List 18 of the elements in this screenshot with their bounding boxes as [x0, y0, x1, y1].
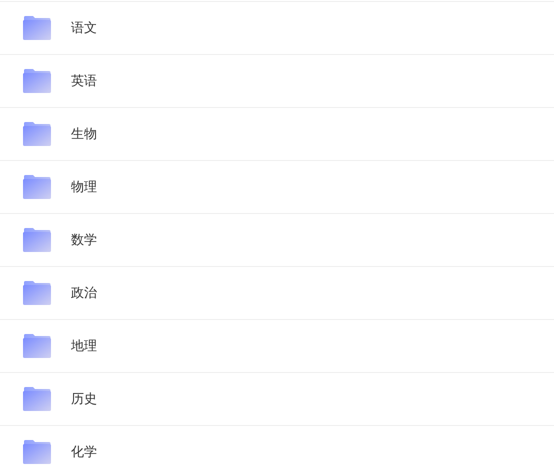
- folder-icon: [23, 440, 51, 464]
- folder-item[interactable]: 数学: [0, 213, 554, 266]
- folder-icon: [23, 387, 51, 411]
- folder-item[interactable]: 语文: [0, 1, 554, 54]
- folder-item[interactable]: 物理: [0, 160, 554, 213]
- folder-icon: [23, 175, 51, 199]
- folder-item[interactable]: 地理: [0, 319, 554, 372]
- folder-icon: [23, 334, 51, 358]
- folder-icon: [23, 16, 51, 40]
- folder-item[interactable]: 英语: [0, 54, 554, 107]
- folder-icon: [23, 122, 51, 146]
- folder-item[interactable]: 历史: [0, 372, 554, 425]
- folder-icon: [23, 281, 51, 305]
- folder-icon: [23, 69, 51, 93]
- folder-icon: [23, 228, 51, 252]
- folder-item[interactable]: 生物: [0, 107, 554, 160]
- folder-item[interactable]: 政治: [0, 266, 554, 319]
- folder-item[interactable]: 化学: [0, 425, 554, 465]
